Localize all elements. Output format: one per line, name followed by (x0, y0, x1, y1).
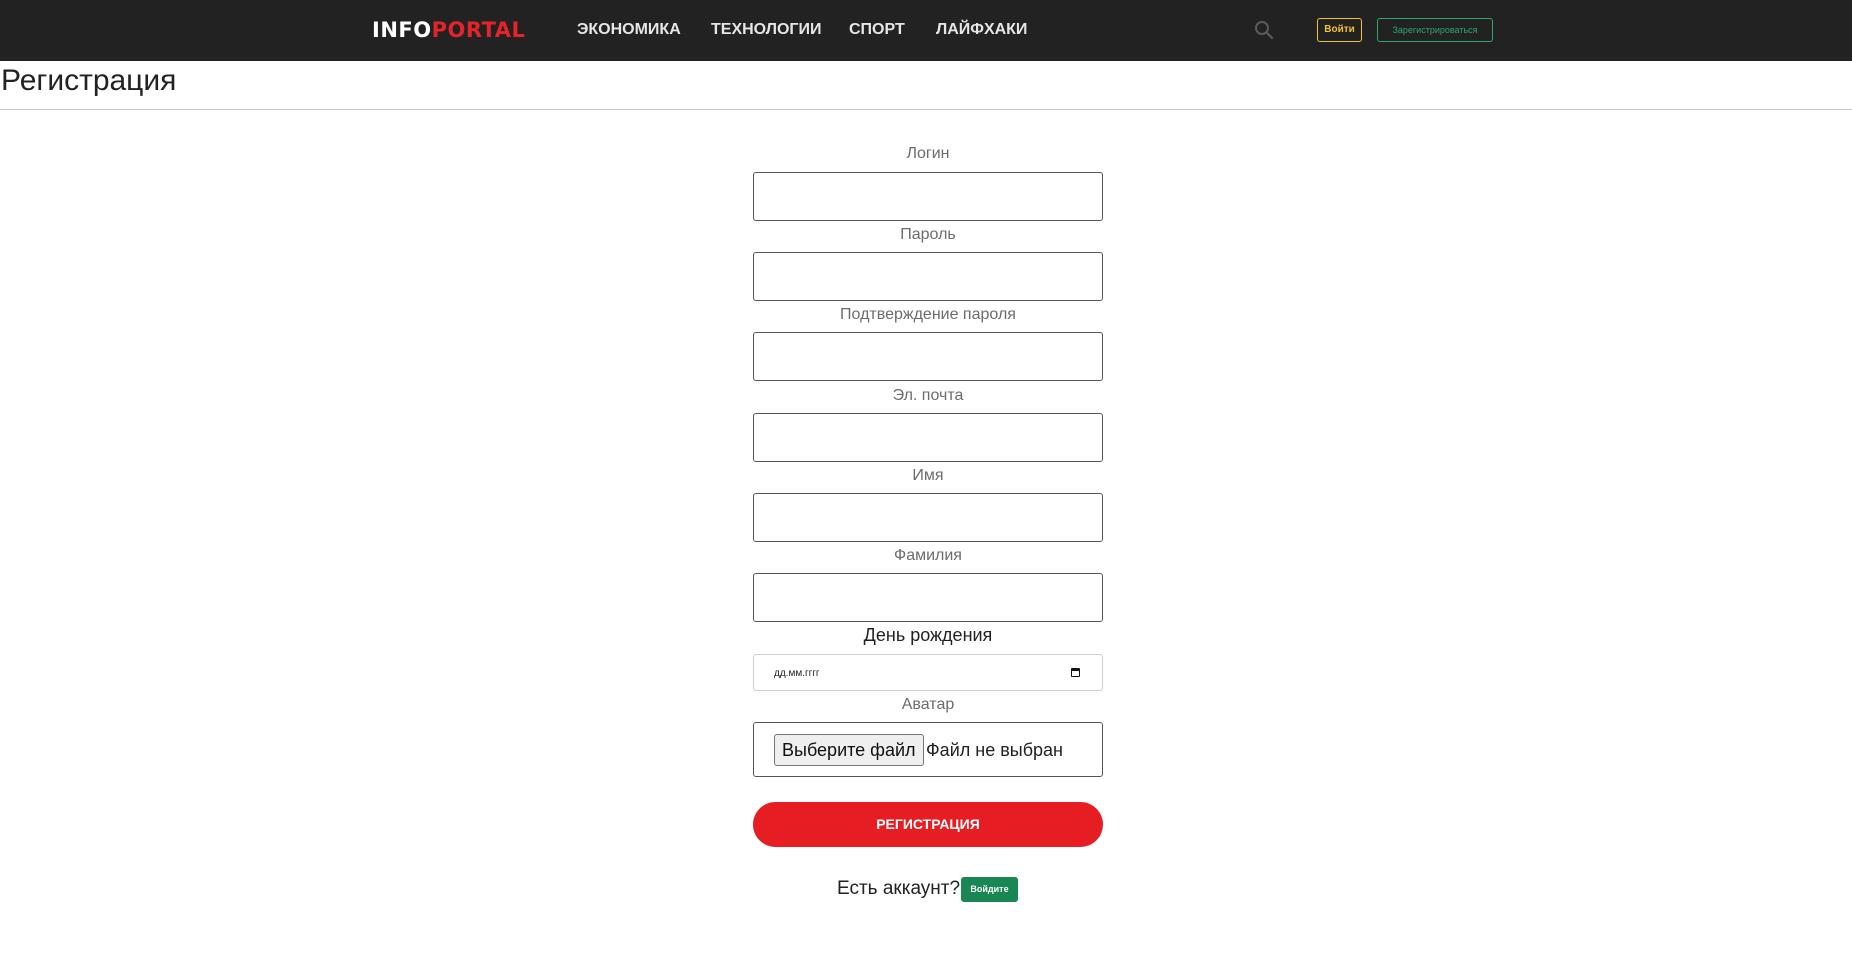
login-input[interactable] (753, 172, 1103, 221)
surname-input[interactable] (753, 573, 1103, 622)
nav-technology[interactable]: ТЕХНОЛОГИИ (711, 20, 821, 39)
birthday-label: День рождения (863, 625, 993, 645)
nav-sport[interactable]: СПОРТ (849, 20, 905, 39)
logo-part-portal: PORTAL (431, 18, 526, 42)
password-input[interactable] (753, 252, 1103, 301)
nav-lifehacks[interactable]: ЛАЙФХАКИ (936, 20, 1027, 39)
surname-label: Фамилия (894, 547, 962, 564)
name-label: Имя (912, 467, 944, 484)
logo-part-info: INFO (372, 18, 432, 42)
email-input[interactable] (753, 413, 1103, 462)
register-button[interactable]: Зарегистрироваться (1377, 18, 1493, 42)
file-status: Файл не выбран (926, 740, 1063, 760)
email-label: Эл. почта (892, 387, 964, 404)
search-icon[interactable] (1254, 20, 1274, 40)
login-link-button[interactable]: Войдите (961, 877, 1018, 902)
calendar-icon[interactable] (1071, 668, 1080, 677)
avatar-file-input[interactable]: Выберите файл Файл не выбран (753, 722, 1103, 777)
avatar-label: Аватар (901, 696, 955, 713)
login-label: Логин (906, 145, 950, 162)
header-divider (0, 109, 1852, 110)
nav-economics[interactable]: ЭКОНОМИКА (577, 20, 681, 39)
birthday-placeholder: дд.мм.гггг (774, 668, 820, 679)
password-label: Пароль (900, 226, 956, 243)
have-account-text: Есть аккаунт? (837, 878, 961, 899)
register-submit-button[interactable]: РЕГИСТРАЦИЯ (753, 802, 1103, 847)
login-button[interactable]: Войти (1317, 18, 1362, 42)
name-input[interactable] (753, 493, 1103, 542)
confirm-password-label: Подтверждение пароля (840, 306, 1016, 323)
top-navbar: INFOPORTAL ЭКОНОМИКА ТЕХНОЛОГИИ СПОРТ ЛА… (0, 0, 1852, 61)
choose-file-button[interactable]: Выберите файл (774, 734, 924, 766)
site-logo[interactable]: INFOPORTAL (372, 17, 525, 43)
page-title: Регистрация (1, 64, 177, 97)
confirm-password-input[interactable] (753, 332, 1103, 381)
birthday-input[interactable]: дд.мм.гггг (753, 654, 1103, 691)
